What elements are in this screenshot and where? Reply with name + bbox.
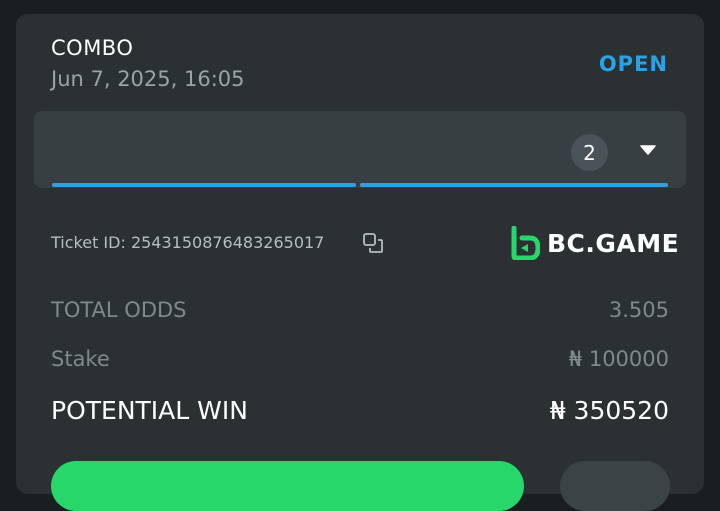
bc-game-logo-icon bbox=[511, 226, 540, 260]
selection-count-badge: 2 bbox=[571, 134, 608, 171]
bet-date: Jun 7, 2025, 16:05 bbox=[51, 67, 245, 91]
ticket-id: Ticket ID: 2543150876483265017 bbox=[51, 233, 325, 252]
total-odds-value: 3.505 bbox=[608, 298, 669, 322]
potential-win-label: POTENTIAL WIN bbox=[51, 396, 248, 425]
total-odds-label: TOTAL ODDS bbox=[51, 298, 187, 322]
primary-action-button[interactable] bbox=[51, 461, 524, 511]
potential-win-value: ₦ 350520 bbox=[549, 396, 669, 425]
bet-type-title: COMBO bbox=[51, 36, 134, 60]
chevron-down-icon[interactable] bbox=[640, 144, 656, 156]
brand-logo: BC.GAME bbox=[510, 225, 679, 261]
brand-name: BC.GAME bbox=[547, 228, 680, 258]
leg-indicator-1 bbox=[52, 183, 356, 187]
copy-icon[interactable] bbox=[362, 232, 384, 254]
stake-value: ₦ 100000 bbox=[568, 347, 669, 371]
stake-label: Stake bbox=[51, 347, 110, 371]
status-badge: OPEN bbox=[598, 52, 668, 76]
leg-indicator-2 bbox=[360, 183, 668, 187]
secondary-action-button[interactable] bbox=[560, 461, 670, 511]
